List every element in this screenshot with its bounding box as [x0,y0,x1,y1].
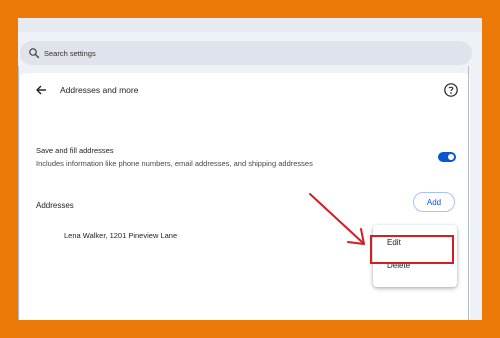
window-border-left [18,66,19,320]
save-fill-title: Save and fill addresses [36,146,114,155]
search-icon [29,48,40,59]
arrow-left-icon[interactable] [34,83,48,97]
toggle-knob [448,154,454,160]
window-border-right [468,66,469,320]
addresses-heading: Addresses [36,201,74,210]
page-title: Addresses and more [60,85,139,95]
address-list-item[interactable]: Lena Walker, 1201 Pineview Lane [64,231,177,240]
help-circle-icon[interactable] [443,82,459,98]
search-bar[interactable]: Search settings [20,41,472,65]
add-address-button[interactable]: Add [413,192,455,212]
delete-highlight-box [370,235,454,264]
save-fill-toggle[interactable] [438,152,456,162]
settings-card: Addresses and more Save and fill address… [20,73,470,320]
page-header: Addresses and more [20,73,470,113]
settings-window: Search settings Addresses and more Save … [18,18,482,320]
save-fill-description: Includes information like phone numbers,… [36,159,313,168]
annotation-arrow-icon [309,193,365,245]
browser-top-bar [18,18,482,32]
search-input[interactable]: Search settings [44,49,96,58]
